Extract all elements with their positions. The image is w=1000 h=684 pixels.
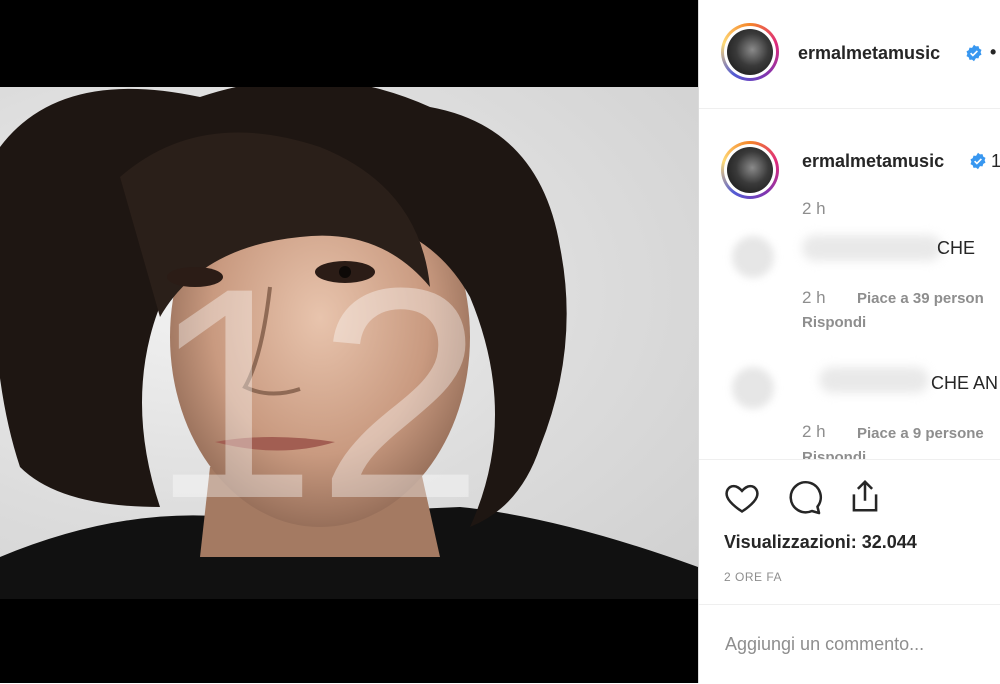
comment-text: CHE [937,238,976,258]
header-separator: • [990,42,997,62]
comment-avatar[interactable] [732,367,774,409]
post-header: ermalmetamusic • [699,0,1000,109]
comment-time[interactable]: 2 h [802,422,826,442]
comment-time[interactable]: 2 h [802,288,826,308]
post-actions: Visualizzazioni: 32.044 2 ORE FA [699,459,1000,605]
caption-text: 1 [991,151,1000,171]
views-number: 32.044 [861,532,917,552]
comment-reply-button[interactable]: Rispondi [802,449,866,459]
caption-username[interactable]: ermalmetamusic [802,151,944,172]
comments-list[interactable]: ermalmetamusic 1 2 h CHE 2 h Piace a 39 … [699,109,1000,459]
comment-avatar[interactable] [732,236,774,278]
share-icon[interactable] [846,477,884,515]
comment-likes[interactable]: Piace a 9 persone [857,425,984,442]
post-media: 12 [0,0,698,683]
caption-time[interactable]: 2 h [802,199,826,219]
comment-input[interactable] [723,633,997,656]
verified-badge-icon [966,44,982,62]
heart-icon[interactable] [723,479,761,517]
post-timestamp[interactable]: 2 ORE FA [724,570,782,584]
comment-username[interactable] [802,235,942,261]
comment-reply-button[interactable]: Rispondi [802,314,866,331]
comment-username[interactable] [819,367,929,393]
avatar[interactable] [721,23,779,81]
caption-verified-icon [970,152,986,170]
portrait-illustration: 12 [0,87,698,599]
add-comment-bar [699,604,1000,684]
comment-likes[interactable]: Piace a 39 person [857,290,984,307]
views-count[interactable]: Visualizzazioni: 32.044 [724,532,917,553]
header-username[interactable]: ermalmetamusic [798,43,940,64]
caption-avatar[interactable] [721,141,779,199]
post-side-panel: ermalmetamusic • ermalmetamusic 1 2 h CH… [698,0,1000,683]
overlay-number: 12 [150,225,484,561]
views-label: Visualizzazioni: [724,532,857,552]
post-photo[interactable]: 12 [0,87,698,599]
comment-icon[interactable] [785,479,823,517]
comment-text: CHE AN [931,373,999,393]
